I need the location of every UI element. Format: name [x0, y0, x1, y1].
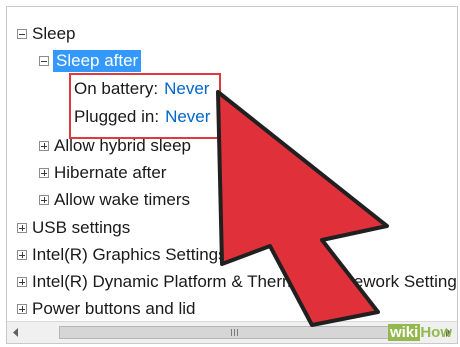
red-pointer-arrow-icon — [216, 90, 389, 327]
logo-wiki: wiki — [387, 324, 421, 341]
wikihow-logo: wiki How — [387, 324, 452, 341]
logo-how: How — [420, 324, 452, 341]
